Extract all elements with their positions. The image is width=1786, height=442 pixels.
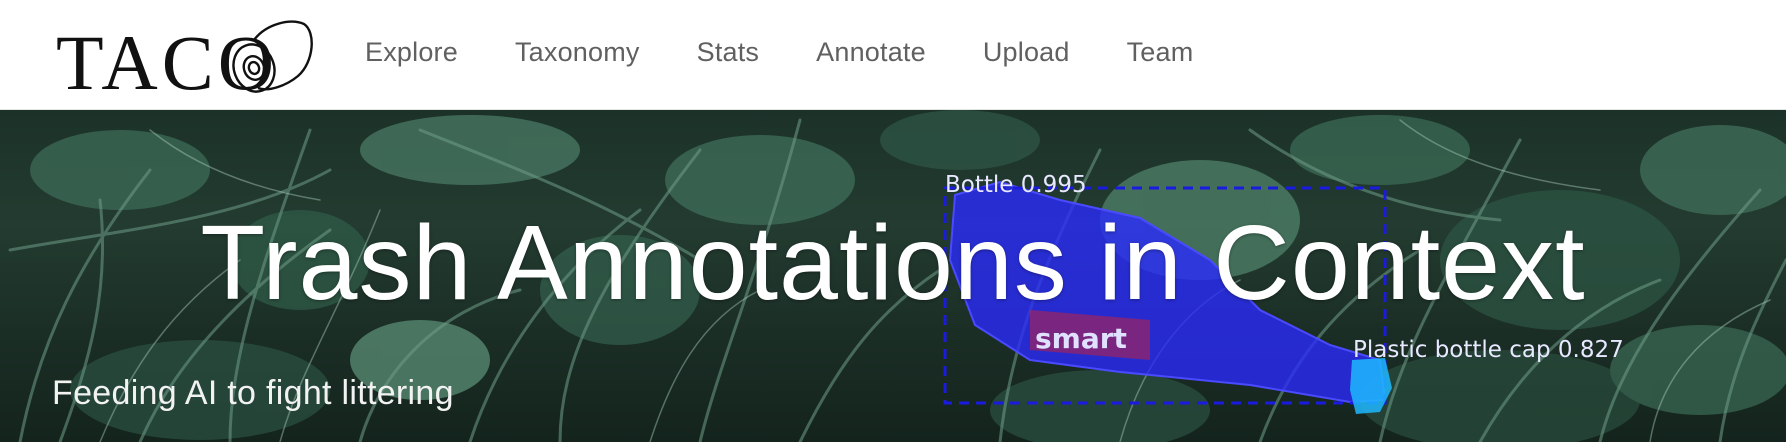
bottle-brand-text: smart: [1035, 322, 1127, 355]
nav-stats[interactable]: Stats: [697, 37, 760, 68]
top-navbar: TACO Explore Taxonomy Stats Annotate Upl…: [0, 0, 1786, 110]
detection-label-bottle: Bottle 0.995: [945, 172, 1087, 198]
nav-upload[interactable]: Upload: [983, 37, 1070, 68]
detection-label-cap: Plastic bottle cap 0.827: [1353, 337, 1624, 363]
hero-subtitle: Feeding AI to fight littering: [52, 374, 454, 412]
nav-taxonomy[interactable]: Taxonomy: [515, 37, 640, 68]
trash-can-icon: [232, 20, 313, 93]
hero-banner: smart Bottle 0.995 Plastic bottle cap 0.…: [0, 110, 1786, 442]
main-nav: Explore Taxonomy Stats Annotate Upload T…: [365, 0, 1250, 104]
hero-title: Trash Annotations in Context: [200, 204, 1586, 322]
nav-annotate[interactable]: Annotate: [816, 37, 926, 68]
nav-team[interactable]: Team: [1127, 37, 1194, 68]
brand-logo[interactable]: TACO: [52, 10, 313, 102]
nav-explore[interactable]: Explore: [365, 37, 458, 68]
